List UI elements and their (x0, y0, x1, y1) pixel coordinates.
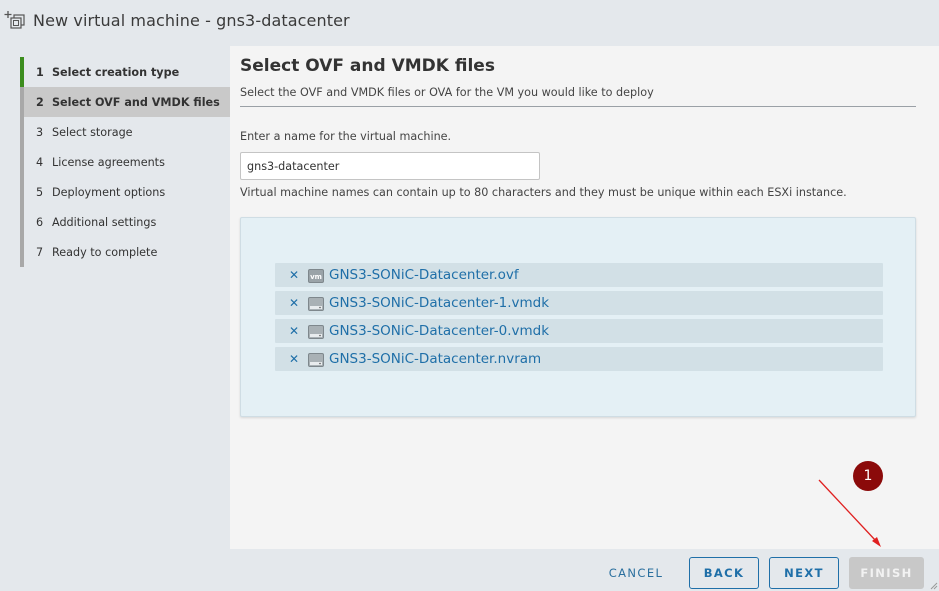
divider (240, 106, 916, 107)
page-subtitle: Select the OVF and VMDK files or OVA for… (240, 86, 654, 99)
remove-file-icon[interactable]: ✕ (288, 268, 300, 282)
resize-grip-icon[interactable] (928, 580, 938, 590)
step-number: 2 (36, 95, 44, 109)
finish-button[interactable]: FINISH (849, 557, 924, 589)
selected-files-list: ✕ vm GNS3-SONiC-Datacenter.ovf ✕ GNS3-SO… (275, 263, 883, 375)
file-row: ✕ GNS3-SONiC-Datacenter-0.vmdk (275, 319, 883, 343)
vm-name-input[interactable] (240, 152, 540, 180)
window-titlebar: New virtual machine - gns3-datacenter (0, 0, 939, 46)
wizard-footer: CANCEL BACK NEXT FINISH (0, 549, 939, 591)
step-number: 1 (36, 65, 44, 79)
step-ready-to-complete: 7 Ready to complete (24, 237, 230, 267)
back-button[interactable]: BACK (689, 557, 759, 589)
step-number: 3 (36, 125, 44, 139)
step-number: 7 (36, 245, 44, 259)
step-deployment-options: 5 Deployment options (24, 177, 230, 207)
step-select-creation-type[interactable]: 1 Select creation type (20, 57, 230, 87)
page-title: Select OVF and VMDK files (240, 56, 495, 76)
file-name: GNS3-SONiC-Datacenter-1.vmdk (329, 295, 550, 311)
file-name: GNS3-SONiC-Datacenter.ovf (329, 267, 519, 283)
remove-file-icon[interactable]: ✕ (288, 352, 300, 366)
step-label: License agreements (52, 155, 165, 169)
vm-name-label: Enter a name for the virtual machine. (240, 130, 452, 143)
step-select-storage: 3 Select storage (24, 117, 230, 147)
step-label: Additional settings (52, 215, 157, 229)
svg-text:vm: vm (310, 273, 322, 281)
step-select-ovf-vmdk-files[interactable]: 2 Select OVF and VMDK files (24, 87, 230, 117)
step-number: 5 (36, 185, 44, 199)
file-row: ✕ vm GNS3-SONiC-Datacenter.ovf (275, 263, 883, 287)
file-name: GNS3-SONiC-Datacenter-0.vmdk (329, 323, 550, 339)
annotation-badge: 1 (853, 461, 883, 491)
disk-file-icon (308, 352, 324, 367)
wizard-steps-list: 1 Select creation type 2 Select OVF and … (20, 57, 230, 267)
file-row: ✕ GNS3-SONiC-Datacenter-1.vmdk (275, 291, 883, 315)
window-title: New virtual machine - gns3-datacenter (33, 11, 350, 30)
remove-file-icon[interactable]: ✕ (288, 296, 300, 310)
step-label: Select OVF and VMDK files (52, 95, 220, 109)
step-additional-settings: 6 Additional settings (24, 207, 230, 237)
cancel-button[interactable]: CANCEL (599, 557, 673, 589)
new-vm-icon (4, 9, 26, 29)
step-number: 4 (36, 155, 44, 169)
step-label: Select storage (52, 125, 133, 139)
next-button[interactable]: NEXT (769, 557, 839, 589)
file-row: ✕ GNS3-SONiC-Datacenter.nvram (275, 347, 883, 371)
vm-name-hint: Virtual machine names can contain up to … (240, 186, 847, 199)
step-label: Select creation type (52, 65, 180, 79)
disk-file-icon (308, 296, 324, 311)
wizard-content: Select OVF and VMDK files Select the OVF… (230, 46, 939, 549)
wizard-steps-sidebar: 1 Select creation type 2 Select OVF and … (0, 46, 230, 549)
vm-file-icon: vm (308, 268, 324, 283)
disk-file-icon (308, 324, 324, 339)
step-label: Deployment options (52, 185, 166, 199)
remove-file-icon[interactable]: ✕ (288, 324, 300, 338)
step-license-agreements: 4 License agreements (24, 147, 230, 177)
step-number: 6 (36, 215, 44, 229)
step-label: Ready to complete (52, 245, 158, 259)
file-name: GNS3-SONiC-Datacenter.nvram (329, 351, 542, 367)
file-drop-zone[interactable]: ✕ vm GNS3-SONiC-Datacenter.ovf ✕ GNS3-SO… (240, 217, 916, 417)
